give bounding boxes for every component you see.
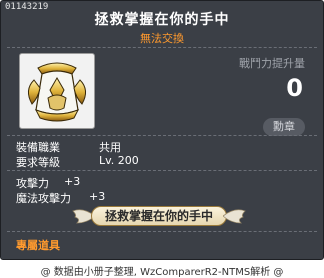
job-value: 共用	[99, 141, 121, 154]
divider	[7, 170, 317, 171]
medal-icon	[28, 62, 86, 122]
level-label: 要求等級	[16, 156, 60, 169]
divider	[7, 135, 317, 136]
tradability-label: 無法交換	[140, 32, 184, 45]
divider	[7, 47, 317, 48]
level-value: Lv. 200	[99, 154, 139, 167]
stat-value: +3	[64, 175, 81, 188]
medal-button[interactable]: 勳章	[263, 118, 305, 136]
item-tooltip: 01143219 拯救掌握在你的手中 無法交換 戰鬥力提升量 0 勳章 裝備職業…	[0, 0, 324, 260]
medal-title: 拯救掌握在你的手中	[91, 206, 227, 226]
stat-label: 攻擊力	[16, 177, 49, 190]
job-label: 裝備職業	[16, 141, 60, 154]
combat-power-label: 戰鬥力提升量	[239, 57, 305, 70]
credit-text: @ 数据由小册子整理, WzComparerR2-NTMS解析 @	[40, 267, 284, 278]
wing-right-icon	[223, 209, 246, 224]
stat-label: 魔法攻擊力	[16, 192, 71, 205]
divider	[7, 231, 317, 232]
stat-value: +3	[89, 190, 106, 203]
combat-power-value: 0	[286, 74, 303, 102]
item-name: 拯救掌握在你的手中	[94, 12, 230, 28]
exclusive-item-label: 專屬道具	[16, 239, 60, 252]
item-icon-frame	[19, 53, 95, 129]
medal-title-banner: 拯救掌握在你的手中	[71, 204, 247, 228]
